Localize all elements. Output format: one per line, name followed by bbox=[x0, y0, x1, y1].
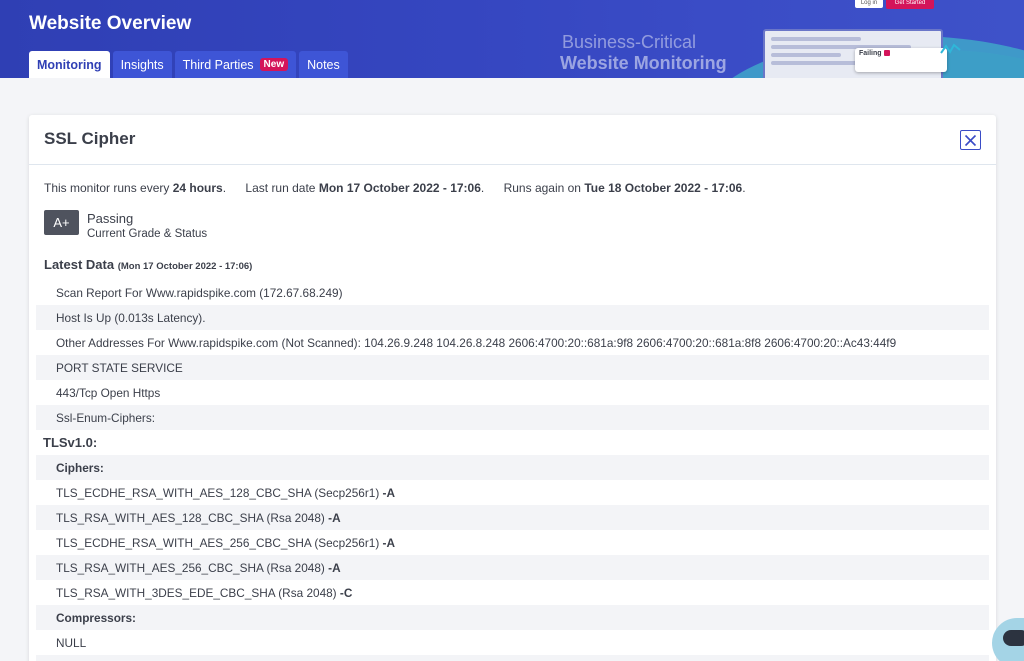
section-heading: TLSv1.0: bbox=[36, 430, 989, 455]
cipher-grade: A bbox=[386, 485, 395, 500]
list-item-text: Ciphers: bbox=[56, 460, 104, 475]
list-item-text: Scan Report For Www.rapidspike.com (172.… bbox=[56, 285, 343, 300]
list-item: TLS_RSA_WITH_3DES_EDE_CBC_SHA (Rsa 2048)… bbox=[36, 580, 989, 605]
tab-label: Monitoring bbox=[37, 57, 102, 72]
promo-headline: Business-Critical bbox=[562, 32, 697, 52]
tab-label: Third Parties bbox=[182, 57, 254, 72]
subsection-heading: Ciphers: bbox=[36, 455, 989, 480]
grade-separator: - bbox=[324, 510, 333, 525]
list-item: 443/Tcp Open Https bbox=[36, 380, 989, 405]
tab-label: Insights bbox=[120, 57, 164, 72]
latest-data-label: Latest Data bbox=[44, 257, 115, 272]
list-item-text: TLS_RSA_WITH_3DES_EDE_CBC_SHA (Rsa 2048) bbox=[56, 585, 337, 600]
subsection-heading: Compressors: bbox=[36, 605, 989, 630]
tab-notes[interactable]: Notes bbox=[299, 51, 348, 78]
get-started-button[interactable]: Get Started bbox=[886, 0, 934, 9]
squiggle-icon bbox=[940, 43, 961, 54]
next-run-label: Runs again on bbox=[503, 181, 581, 195]
list-item-text: 443/Tcp Open Https bbox=[56, 385, 161, 400]
list-item: NULL bbox=[36, 630, 989, 655]
latest-data-heading: Latest Data (Mon 17 October 2022 - 17:06… bbox=[44, 257, 252, 272]
ssl-cipher-modal: SSL Cipher This monitor runs every 24 ho… bbox=[29, 115, 996, 661]
tab-bar: Monitoring Insights Third Parties New No… bbox=[29, 51, 348, 78]
grade-separator: - bbox=[379, 535, 387, 550]
last-run-label: Last run date bbox=[245, 181, 316, 195]
login-button[interactable]: Log in bbox=[855, 0, 883, 8]
site-header: Business-Critical Website Monitoring Fai… bbox=[0, 0, 1024, 78]
list-item: PORT STATE SERVICE bbox=[36, 355, 989, 380]
schedule-label: This monitor runs every bbox=[44, 181, 170, 195]
cipher-grade: A bbox=[332, 510, 341, 525]
promo-failing-card: Failing bbox=[855, 48, 947, 72]
list-item: Scan Report For Www.rapidspike.com (172.… bbox=[36, 280, 989, 305]
list-item-text: TLS_ECDHE_RSA_WITH_AES_256_CBC_SHA (Secp… bbox=[56, 535, 380, 550]
list-item-text: Host Is Up (0.013s Latency). bbox=[56, 310, 206, 325]
tab-third-parties[interactable]: Third Parties New bbox=[174, 51, 297, 78]
list-item bbox=[36, 655, 989, 661]
grade-separator: - bbox=[324, 560, 333, 575]
list-item: Ssl-Enum-Ciphers: bbox=[36, 405, 989, 430]
list-item-text: TLS_RSA_WITH_AES_128_CBC_SHA (Rsa 2048) bbox=[56, 510, 325, 525]
status-text: Passing bbox=[87, 211, 134, 226]
scan-results-list: Scan Report For Www.rapidspike.com (172.… bbox=[36, 280, 989, 661]
list-item-text: NULL bbox=[56, 635, 87, 650]
list-item-text: TLSv1.0: bbox=[43, 435, 98, 450]
grade-separator: - bbox=[336, 585, 344, 600]
list-item: Other Addresses For Www.rapidspike.com (… bbox=[36, 330, 989, 355]
cipher-grade: A bbox=[332, 560, 341, 575]
list-item-text: TLS_ECDHE_RSA_WITH_AES_128_CBC_SHA (Secp… bbox=[56, 485, 380, 500]
promo-headline-strong: Website Monitoring bbox=[560, 53, 727, 73]
list-item: TLS_ECDHE_RSA_WITH_AES_256_CBC_SHA (Secp… bbox=[36, 530, 989, 555]
cipher-grade: A bbox=[386, 535, 395, 550]
tab-monitoring[interactable]: Monitoring bbox=[29, 51, 110, 78]
close-icon bbox=[964, 134, 977, 146]
list-item-text: Other Addresses For Www.rapidspike.com (… bbox=[56, 335, 897, 350]
grade-separator: - bbox=[379, 485, 387, 500]
cipher-grade: C bbox=[343, 585, 353, 600]
tab-insights[interactable]: Insights bbox=[112, 51, 172, 78]
status-subtitle: Current Grade & Status bbox=[87, 228, 208, 240]
list-item-text: Compressors: bbox=[56, 610, 136, 625]
list-item: TLS_RSA_WITH_AES_128_CBC_SHA (Rsa 2048) … bbox=[36, 505, 989, 530]
list-item-text: TLS_RSA_WITH_AES_256_CBC_SHA (Rsa 2048) bbox=[56, 560, 325, 575]
list-item: TLS_ECDHE_RSA_WITH_AES_128_CBC_SHA (Secp… bbox=[36, 480, 989, 505]
page-title: Website Overview bbox=[29, 13, 192, 34]
chat-icon[interactable] bbox=[1003, 630, 1024, 646]
latest-data-date: (Mon 17 October 2022 - 17:06) bbox=[117, 261, 253, 272]
modal-title: SSL Cipher bbox=[44, 129, 136, 148]
close-button[interactable] bbox=[960, 130, 981, 150]
list-item-text: PORT STATE SERVICE bbox=[56, 360, 183, 375]
next-run-value: Tue 18 October 2022 - 17:06 bbox=[584, 181, 743, 195]
list-item: TLS_RSA_WITH_AES_256_CBC_SHA (Rsa 2048) … bbox=[36, 555, 989, 580]
new-badge: New bbox=[259, 58, 289, 71]
modal-header: SSL Cipher bbox=[29, 115, 996, 165]
tab-label: Notes bbox=[307, 57, 340, 72]
schedule-value: 24 hours bbox=[172, 181, 223, 195]
last-run-value: Mon 17 October 2022 - 17:06 bbox=[318, 181, 481, 195]
monitor-schedule: This monitor runs every 24 hours. Last r… bbox=[44, 181, 746, 195]
list-item: Host Is Up (0.013s Latency). bbox=[36, 305, 989, 330]
grade-badge: A+ bbox=[44, 210, 79, 235]
list-item-text: Ssl-Enum-Ciphers: bbox=[56, 410, 155, 425]
